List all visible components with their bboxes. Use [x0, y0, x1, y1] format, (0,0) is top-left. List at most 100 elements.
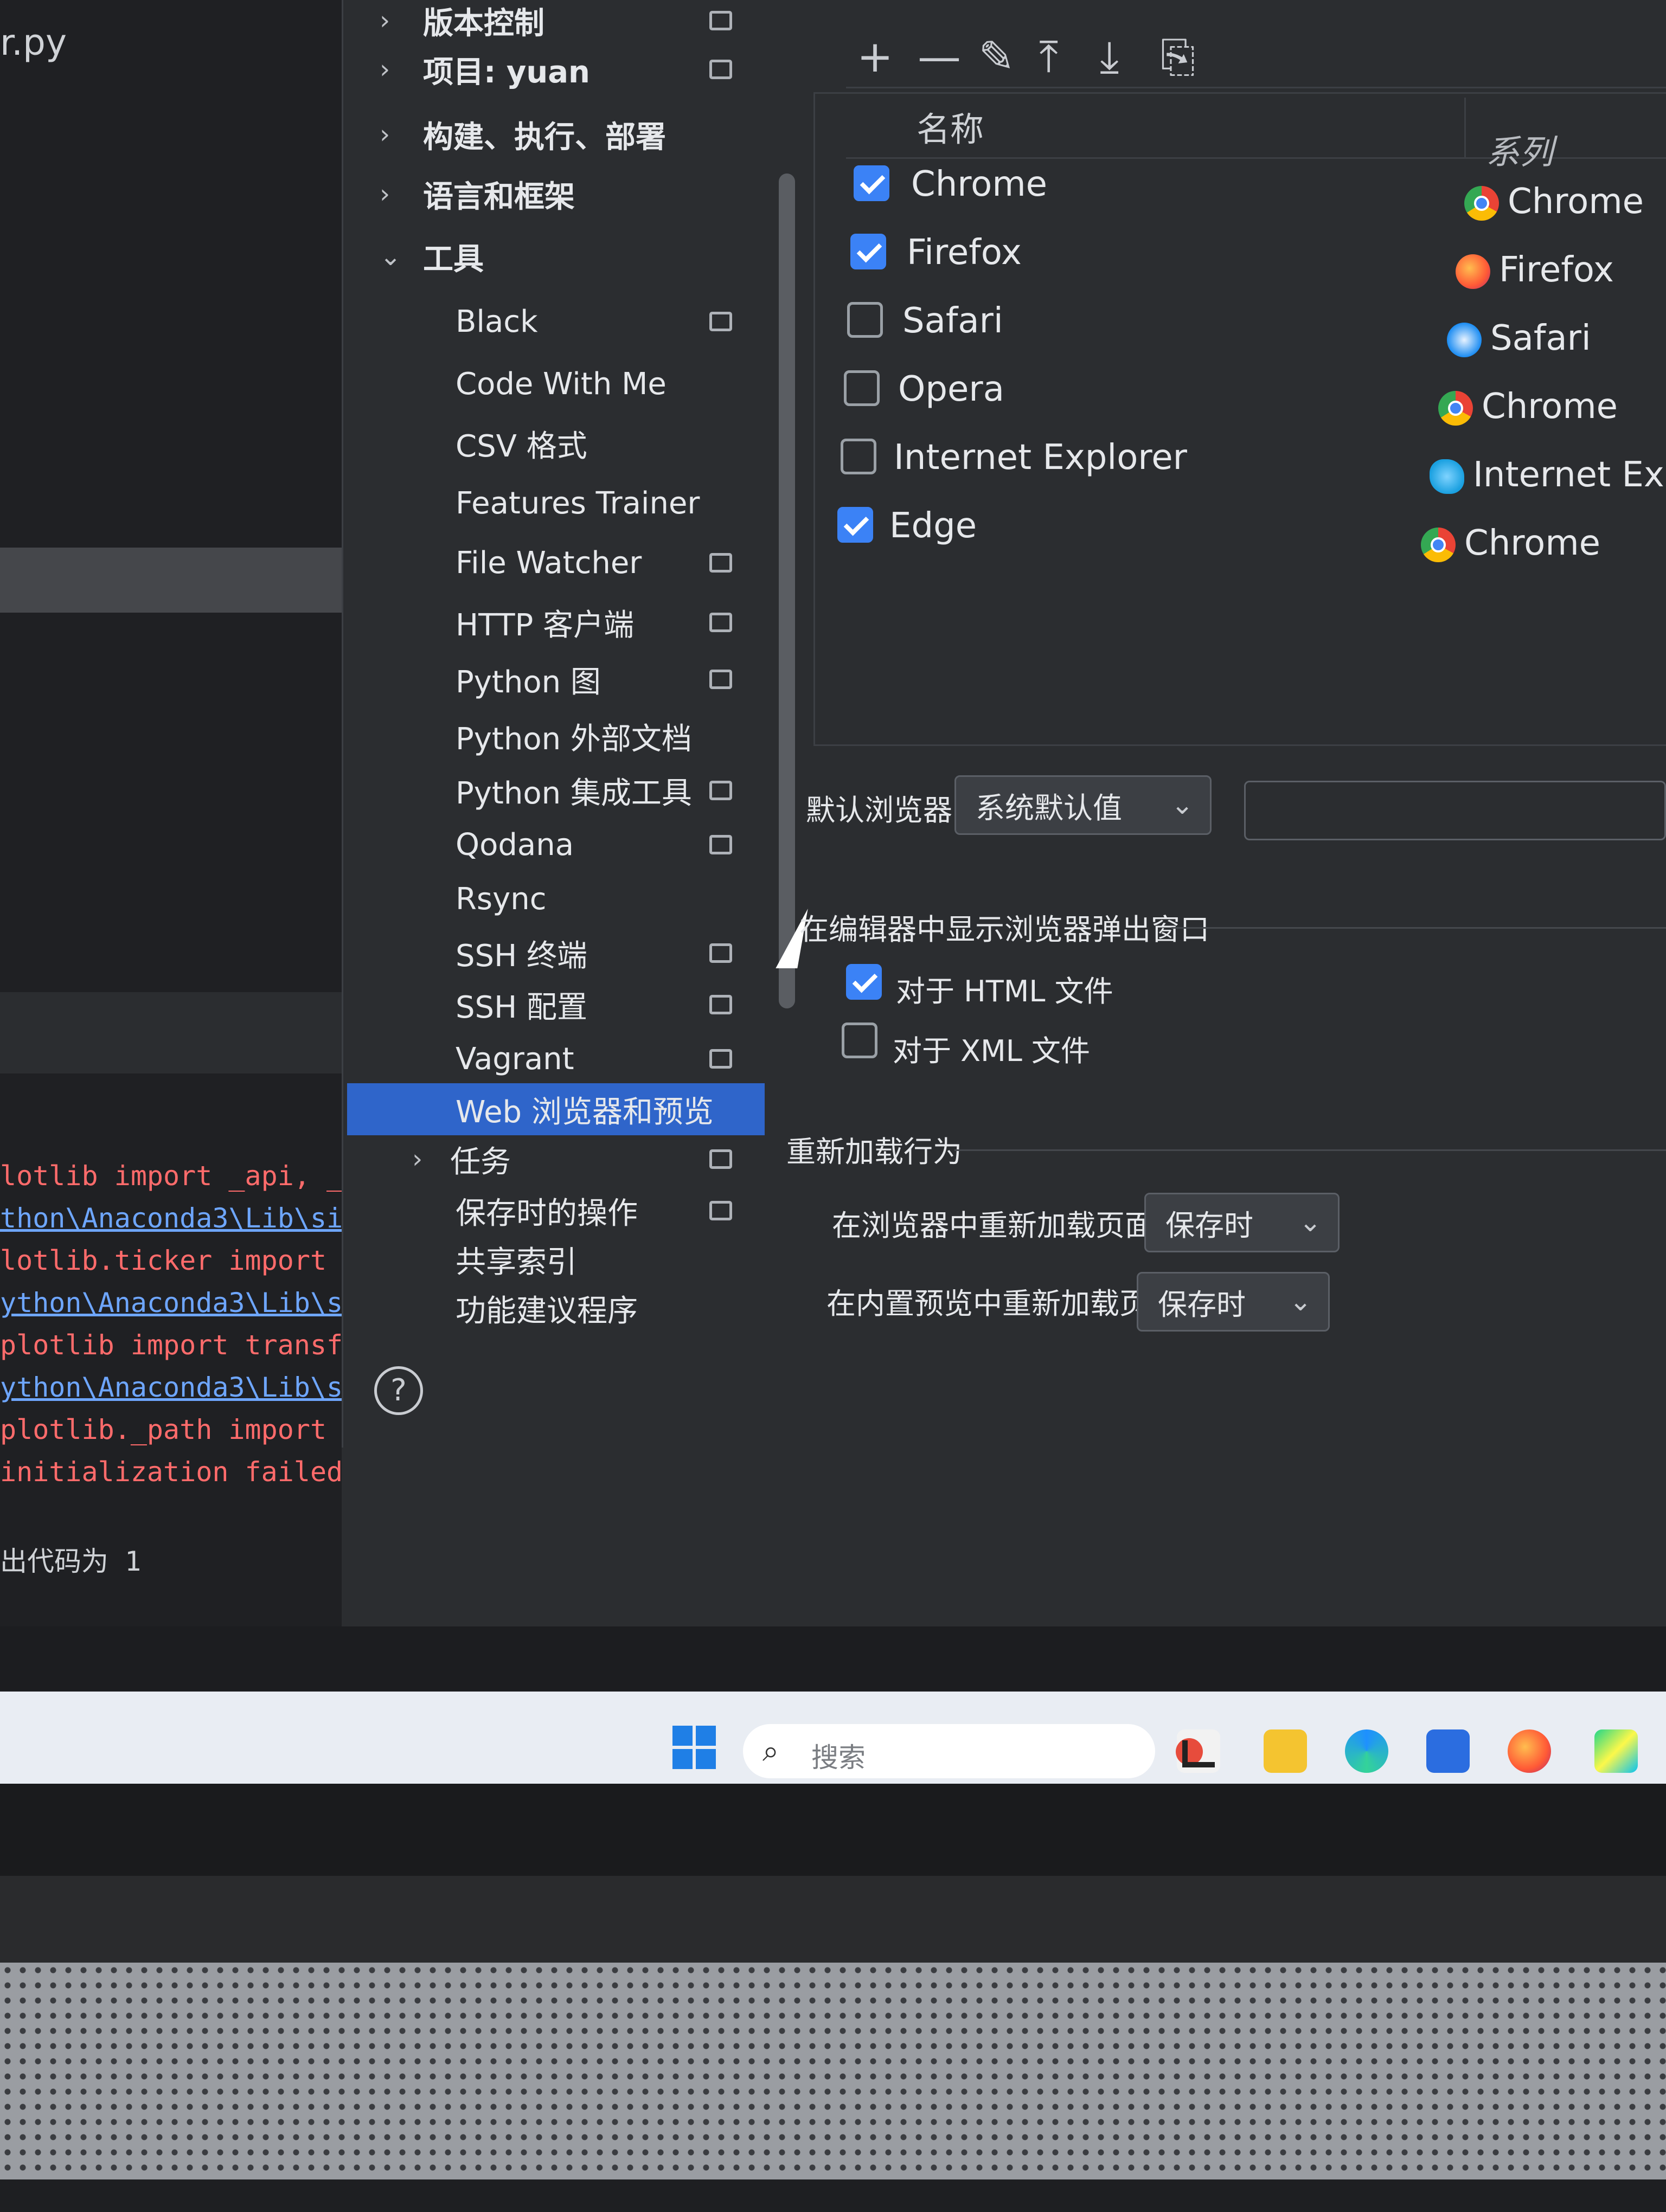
tree-item[interactable]: › 项目: yuan [347, 43, 765, 95]
console-line[interactable]: ython\Anaconda3\Lib\si [0, 1372, 342, 1403]
browser-enabled-checkbox[interactable] [837, 507, 873, 543]
browser-name[interactable]: Firefox [907, 233, 1022, 292]
tree-item-label: HTTP 客户端 [456, 607, 635, 643]
tree-item[interactable]: SSH 配置 [347, 979, 765, 1031]
browser-enabled-checkbox[interactable] [841, 439, 876, 474]
app-l-icon[interactable] [1182, 1740, 1215, 1767]
tree-item-label: CSV 格式 [456, 428, 587, 464]
tree-item[interactable]: 保存时的操作 [347, 1185, 765, 1237]
add-icon[interactable]: + [857, 31, 893, 82]
browser-name[interactable]: Opera [898, 369, 1004, 429]
project-settings-icon [709, 60, 732, 79]
browser-name[interactable]: Edge [889, 506, 977, 565]
project-settings-icon [709, 835, 732, 854]
browser-name[interactable]: Chrome [911, 164, 1047, 224]
browser-family[interactable]: Chrome [1438, 387, 1618, 427]
project-settings-icon [709, 1201, 732, 1220]
console-line: initialization failed [0, 1456, 342, 1488]
tree-scrollbar[interactable] [779, 173, 795, 1008]
chevron-right-icon[interactable]: › [412, 1144, 422, 1174]
browser-family-label: Chrome [1508, 182, 1644, 222]
console-line: plotlib import transfo [0, 1329, 342, 1361]
windows-start-icon[interactable] [672, 1726, 716, 1769]
reload-preview-value: 保存时 [1158, 1287, 1246, 1322]
taskbar-search[interactable]: ⌕ 搜索 [743, 1724, 1155, 1778]
tree-item[interactable]: Python 图 [347, 653, 765, 705]
chevron-right-icon[interactable]: › [380, 179, 390, 209]
edit-icon[interactable]: ✎ [978, 31, 1015, 82]
browser-family[interactable]: Internet Explor [1430, 455, 1666, 495]
search-placeholder: 搜索 [811, 1742, 866, 1773]
column-family-header[interactable]: 系列 [1486, 125, 1553, 173]
tree-item[interactable]: ⌄ 工具 [347, 230, 765, 282]
edge-icon[interactable] [1345, 1729, 1388, 1773]
pycharm-icon[interactable] [1594, 1729, 1638, 1773]
project-settings-icon [709, 995, 732, 1014]
browser-family[interactable]: Firefox [1456, 250, 1614, 290]
store-icon[interactable] [1426, 1729, 1470, 1773]
project-settings-icon [709, 1149, 732, 1169]
tree-item[interactable]: File Watcher [347, 537, 765, 589]
console-line[interactable]: thon\Anaconda3\Lib\si [0, 1203, 342, 1234]
tree-item[interactable]: › 任务 [347, 1133, 765, 1185]
tree-item[interactable]: Python 集成工具 [347, 764, 765, 816]
browser-name[interactable]: Internet Explorer [894, 438, 1187, 497]
help-icon[interactable]: ? [374, 1366, 423, 1415]
tree-item[interactable]: › 构建、执行、部署 [347, 108, 765, 160]
reload-preview-select[interactable]: 保存时 ⌄ [1137, 1272, 1330, 1332]
firefox-icon[interactable] [1508, 1729, 1551, 1773]
tree-item[interactable]: SSH 终端 [347, 927, 765, 979]
browser-name[interactable]: Safari [902, 301, 1003, 361]
browser-family[interactable]: Safari [1447, 318, 1591, 358]
browser-family-label: Chrome [1464, 523, 1601, 563]
editor-splitter[interactable] [0, 548, 342, 613]
move-up-icon[interactable]: ⤒ [1039, 31, 1058, 82]
tree-item[interactable]: Vagrant [347, 1033, 765, 1085]
project-settings-icon [709, 781, 732, 800]
tree-item[interactable]: Web 浏览器和预览 [347, 1083, 765, 1135]
tree-item[interactable]: Qodana [347, 819, 765, 871]
browser-family[interactable]: Chrome [1464, 182, 1644, 222]
default-browser-select[interactable]: 系统默认值 ⌄ [954, 775, 1212, 835]
browser-enabled-checkbox[interactable] [844, 370, 880, 406]
file-tab[interactable]: r.py [0, 22, 67, 63]
tree-item[interactable]: 共享索引 [347, 1233, 765, 1285]
html-popup-checkbox[interactable] [846, 964, 882, 1000]
console-line[interactable]: ython\Anaconda3\Lib\si [0, 1287, 342, 1319]
tree-item-label: 工具 [423, 241, 484, 277]
tree-item[interactable]: › 语言和框架 [347, 168, 765, 220]
browser-enabled-checkbox[interactable] [850, 234, 886, 269]
tree-item[interactable]: Code With Me [347, 358, 765, 410]
browser-enabled-checkbox[interactable] [854, 165, 889, 201]
chevron-right-icon[interactable]: › [380, 5, 390, 36]
browser-family-label: Chrome [1482, 387, 1618, 427]
move-down-icon[interactable]: ⤓ [1100, 31, 1119, 82]
tree-item-label: Qodana [456, 827, 574, 863]
tree-item-label: 保存时的操作 [456, 1195, 638, 1231]
file-explorer-icon[interactable] [1264, 1729, 1307, 1773]
project-settings-icon [709, 613, 732, 632]
reload-browser-select[interactable]: 保存时 ⌄ [1144, 1193, 1340, 1252]
tree-item[interactable]: Python 外部文档 [347, 710, 765, 762]
column-name-header[interactable]: 名称 [917, 102, 984, 151]
chevron-right-icon[interactable]: › [380, 54, 390, 85]
tree-item[interactable]: Rsync [347, 873, 765, 925]
tree-item-label: 构建、执行、部署 [423, 119, 666, 155]
tree-item[interactable]: Features Trainer [347, 477, 765, 529]
chevron-down-icon: ⌄ [1289, 1285, 1312, 1317]
browser-family[interactable]: Chrome [1421, 523, 1600, 563]
tree-item[interactable]: HTTP 客户端 [347, 596, 765, 648]
tree-item[interactable]: Black [347, 295, 765, 348]
chevron-down-icon[interactable]: ⌄ [380, 241, 401, 272]
tree-item[interactable]: CSV 格式 [347, 417, 765, 470]
remove-icon[interactable]: — [918, 31, 961, 82]
tree-item-label: SSH 配置 [456, 989, 588, 1025]
chevron-right-icon[interactable]: › [380, 119, 390, 150]
copy-icon[interactable]: ⎘ [1161, 31, 1195, 82]
tree-item[interactable]: 功能建议程序 [347, 1282, 765, 1334]
tree-item[interactable]: › 版本控制 [347, 0, 765, 47]
xml-popup-checkbox[interactable] [842, 1023, 877, 1058]
browser-enabled-checkbox[interactable] [847, 302, 883, 338]
browser-path-input[interactable] [1244, 781, 1666, 840]
status-bar-area [0, 1626, 1666, 1692]
